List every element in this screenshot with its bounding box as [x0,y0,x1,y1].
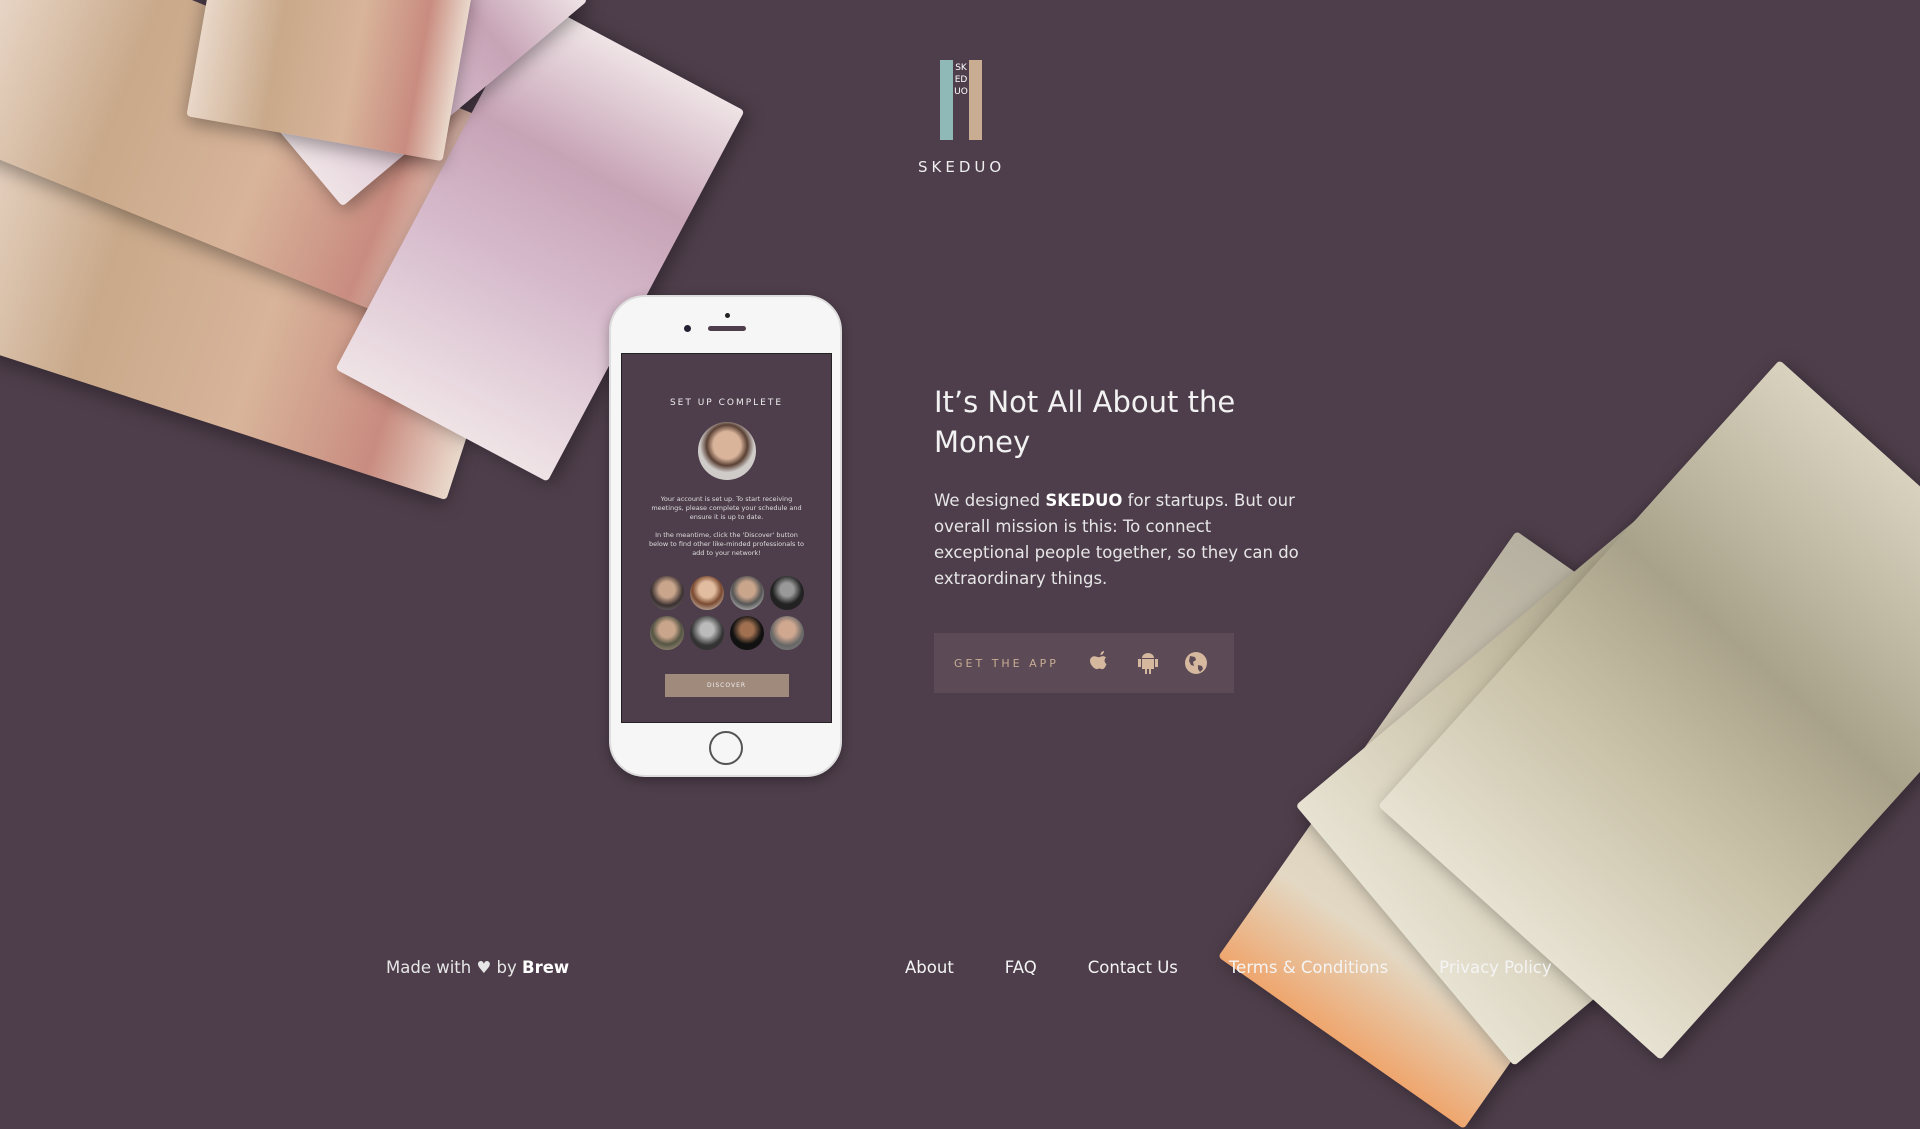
footer-link-about[interactable]: About [905,958,954,977]
avatar [769,616,804,650]
get-the-app-bar: GET THE APP [934,633,1234,693]
brand-name: SKEDUO [918,158,1006,176]
screen-title: SET UP COMPLETE [669,398,784,408]
logo-bar-tan [969,60,982,140]
avatar [729,616,764,650]
avatar [769,576,804,610]
made-with-credit: Made with ♥ by Brew [386,958,569,977]
brew-link[interactable]: Brew [522,958,569,977]
credit-text: Made with [386,958,472,977]
avatar [689,576,724,610]
globe-icon[interactable] [1183,650,1209,676]
footer-link-faq[interactable]: FAQ [1005,958,1037,977]
phone-screen: SET UP COMPLETE Your account is set up. … [621,353,832,723]
phone-sensor [725,313,730,318]
avatar-grid [622,576,831,650]
logo-vertical-text: SKEDUO [954,63,968,97]
footer-nav: About FAQ Contact Us Terms & Conditions … [905,958,1552,977]
apple-icon[interactable] [1087,650,1113,676]
logo[interactable]: SKEDUO [940,60,982,140]
logo-bar-teal [940,60,953,140]
get-the-app-label: GET THE APP [954,656,1059,670]
avatar [689,616,724,650]
footer-link-contact[interactable]: Contact Us [1088,958,1178,977]
avatar [729,576,764,610]
phone-mockup: SET UP COMPLETE Your account is set up. … [609,295,842,777]
discover-button[interactable]: DISCOVER [664,674,789,697]
avatar [697,422,756,480]
avatar [649,616,684,650]
avatar [649,576,684,610]
android-icon[interactable] [1135,650,1161,676]
heart-icon: ♥ [476,958,492,977]
para-text: We designed [934,491,1046,510]
page-title: It’s Not All About the Money [934,385,1236,459]
phone-camera [684,325,691,332]
phone-home-button [709,731,743,765]
para-brand: SKEDUO [1045,491,1123,510]
phone-speaker [708,326,746,331]
footer-link-terms[interactable]: Terms & Conditions [1229,958,1388,977]
screen-text: In the meantime, click the 'Discover' bu… [648,531,805,557]
credit-text: by [496,958,517,977]
screen-text: Your account is set up. To start receivi… [651,495,802,521]
footer-link-privacy[interactable]: Privacy Policy [1439,958,1551,977]
hero-paragraph: We designed SKEDUO for startups. But our… [934,488,1304,592]
